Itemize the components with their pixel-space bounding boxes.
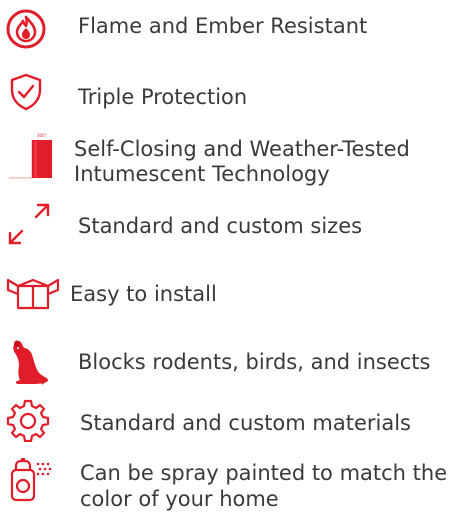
rodent-icon	[6, 336, 50, 386]
feature-label-line-2: Intumescent Technology	[74, 162, 330, 186]
feature-label-line-1: Can be spray painted to match the	[80, 461, 448, 485]
spray-can-icon	[8, 456, 56, 504]
temperature-chart-icon: 300°	[8, 132, 56, 182]
resize-arrows-icon	[6, 201, 52, 247]
feature-label-line-1: Self-Closing and Weather-Tested	[74, 137, 410, 161]
open-box-icon	[4, 272, 62, 312]
feature-label: Easy to install	[70, 282, 217, 306]
chart-temperature-label: 300°	[37, 133, 47, 138]
feature-label: Standard and custom sizes	[78, 214, 363, 238]
feature-label: Flame and Ember Resistant	[78, 14, 368, 38]
feature-label-line-2: color of your home	[80, 487, 279, 511]
gear-icon	[6, 398, 50, 442]
flame-icon	[6, 9, 46, 49]
feature-label: Blocks rodents, birds, and insects	[78, 350, 431, 374]
feature-label: Triple Protection	[78, 85, 248, 109]
feature-label: Standard and custom materials	[80, 411, 411, 435]
shield-check-icon	[8, 72, 44, 112]
